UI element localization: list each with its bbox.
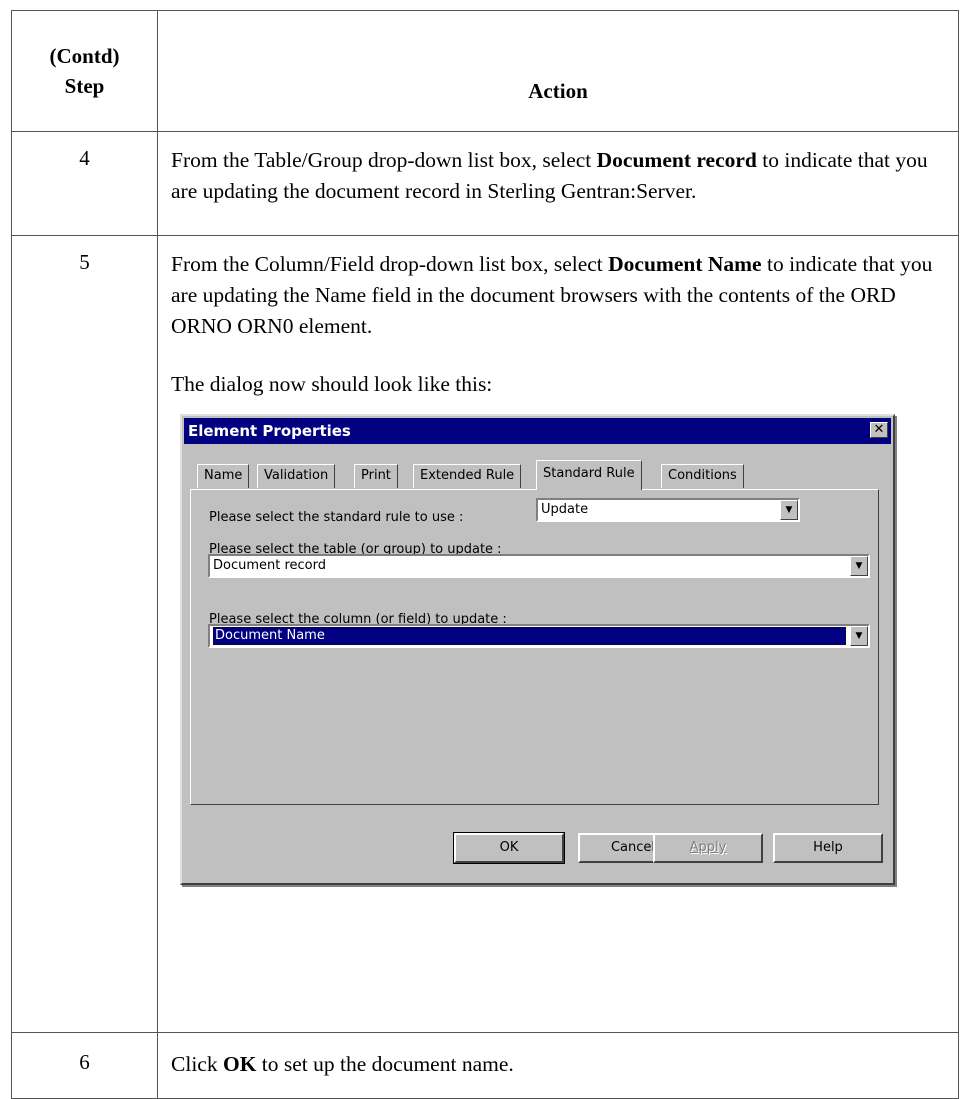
chevron-down-icon[interactable]: ▼ — [780, 500, 798, 520]
action-text-bold: Document Name — [608, 252, 762, 276]
column-select[interactable]: Document Name ▼ — [208, 624, 870, 648]
rule-select-value: Update — [541, 502, 589, 517]
step-header-label: Step — [64, 74, 105, 98]
ok-button[interactable]: OK — [453, 832, 565, 864]
help-button-label: Help — [813, 840, 843, 855]
rule-label: Please select the standard rule to use : — [209, 510, 464, 525]
action-text: Click OK to set up the document name. — [157, 1032, 959, 1099]
action-column-header: Action — [157, 10, 959, 132]
action-text-part: Click — [171, 1052, 223, 1076]
chevron-down-icon[interactable]: ▼ — [850, 556, 868, 576]
step-number: 6 — [11, 1032, 158, 1099]
step-number: 5 — [11, 235, 158, 1033]
dialog-title: Element Properties — [188, 422, 351, 440]
action-text: From the Table/Group drop-down list box,… — [157, 131, 959, 236]
apply-button: Apply — [653, 833, 763, 863]
tab-name[interactable]: Name — [197, 464, 250, 488]
action-text: From the Column/Field drop-down list box… — [157, 235, 959, 1033]
table-header-row: (Contd) Step Action — [11, 10, 959, 132]
close-icon[interactable]: ✕ — [870, 422, 888, 438]
chevron-down-icon[interactable]: ▼ — [850, 626, 868, 646]
table-select[interactable]: Document record ▼ — [208, 554, 870, 578]
dialog-titlebar[interactable]: Element Properties ✕ — [184, 418, 891, 444]
dialog-intro-note: The dialog now should look like this: — [171, 372, 493, 396]
help-button[interactable]: Help — [773, 833, 883, 863]
table-row: 4 From the Table/Group drop-down list bo… — [11, 131, 959, 236]
standard-rule-panel: Please select the standard rule to use :… — [190, 489, 879, 805]
action-text-part: From the Table/Group drop-down list box,… — [171, 148, 597, 172]
action-text-bold: OK — [222, 1052, 257, 1076]
step-number: 4 — [11, 131, 158, 236]
column-select-value: Document Name — [212, 626, 847, 646]
element-properties-dialog: Element Properties ✕ Name Validation Pri… — [180, 414, 895, 885]
step-column-header: (Contd) Step — [11, 10, 158, 132]
apply-button-label: Apply — [689, 840, 727, 855]
tab-conditions[interactable]: Conditions — [661, 464, 744, 488]
table-row: 6 Click OK to set up the document name. — [11, 1032, 959, 1099]
action-text-part: From the Column/Field drop-down list box… — [171, 252, 609, 276]
procedure-table: (Contd) Step Action 4 From the Table/Gro… — [11, 10, 959, 1099]
rule-select[interactable]: Update ▼ — [536, 498, 800, 522]
action-text-part: to set up the document name. — [256, 1052, 514, 1076]
action-text-bold: Document record — [596, 148, 757, 172]
tab-validation[interactable]: Validation — [257, 464, 336, 488]
table-row: 5 From the Column/Field drop-down list b… — [11, 235, 959, 1033]
cancel-button-label: Cancel — [610, 840, 656, 855]
step-header-contd: (Contd) — [49, 44, 120, 68]
ok-button-label: OK — [499, 840, 519, 855]
tab-print[interactable]: Print — [354, 464, 398, 488]
tab-extended-rule[interactable]: Extended Rule — [413, 464, 522, 488]
tab-standard-rule[interactable]: Standard Rule — [536, 460, 642, 490]
table-select-value: Document record — [213, 558, 327, 573]
